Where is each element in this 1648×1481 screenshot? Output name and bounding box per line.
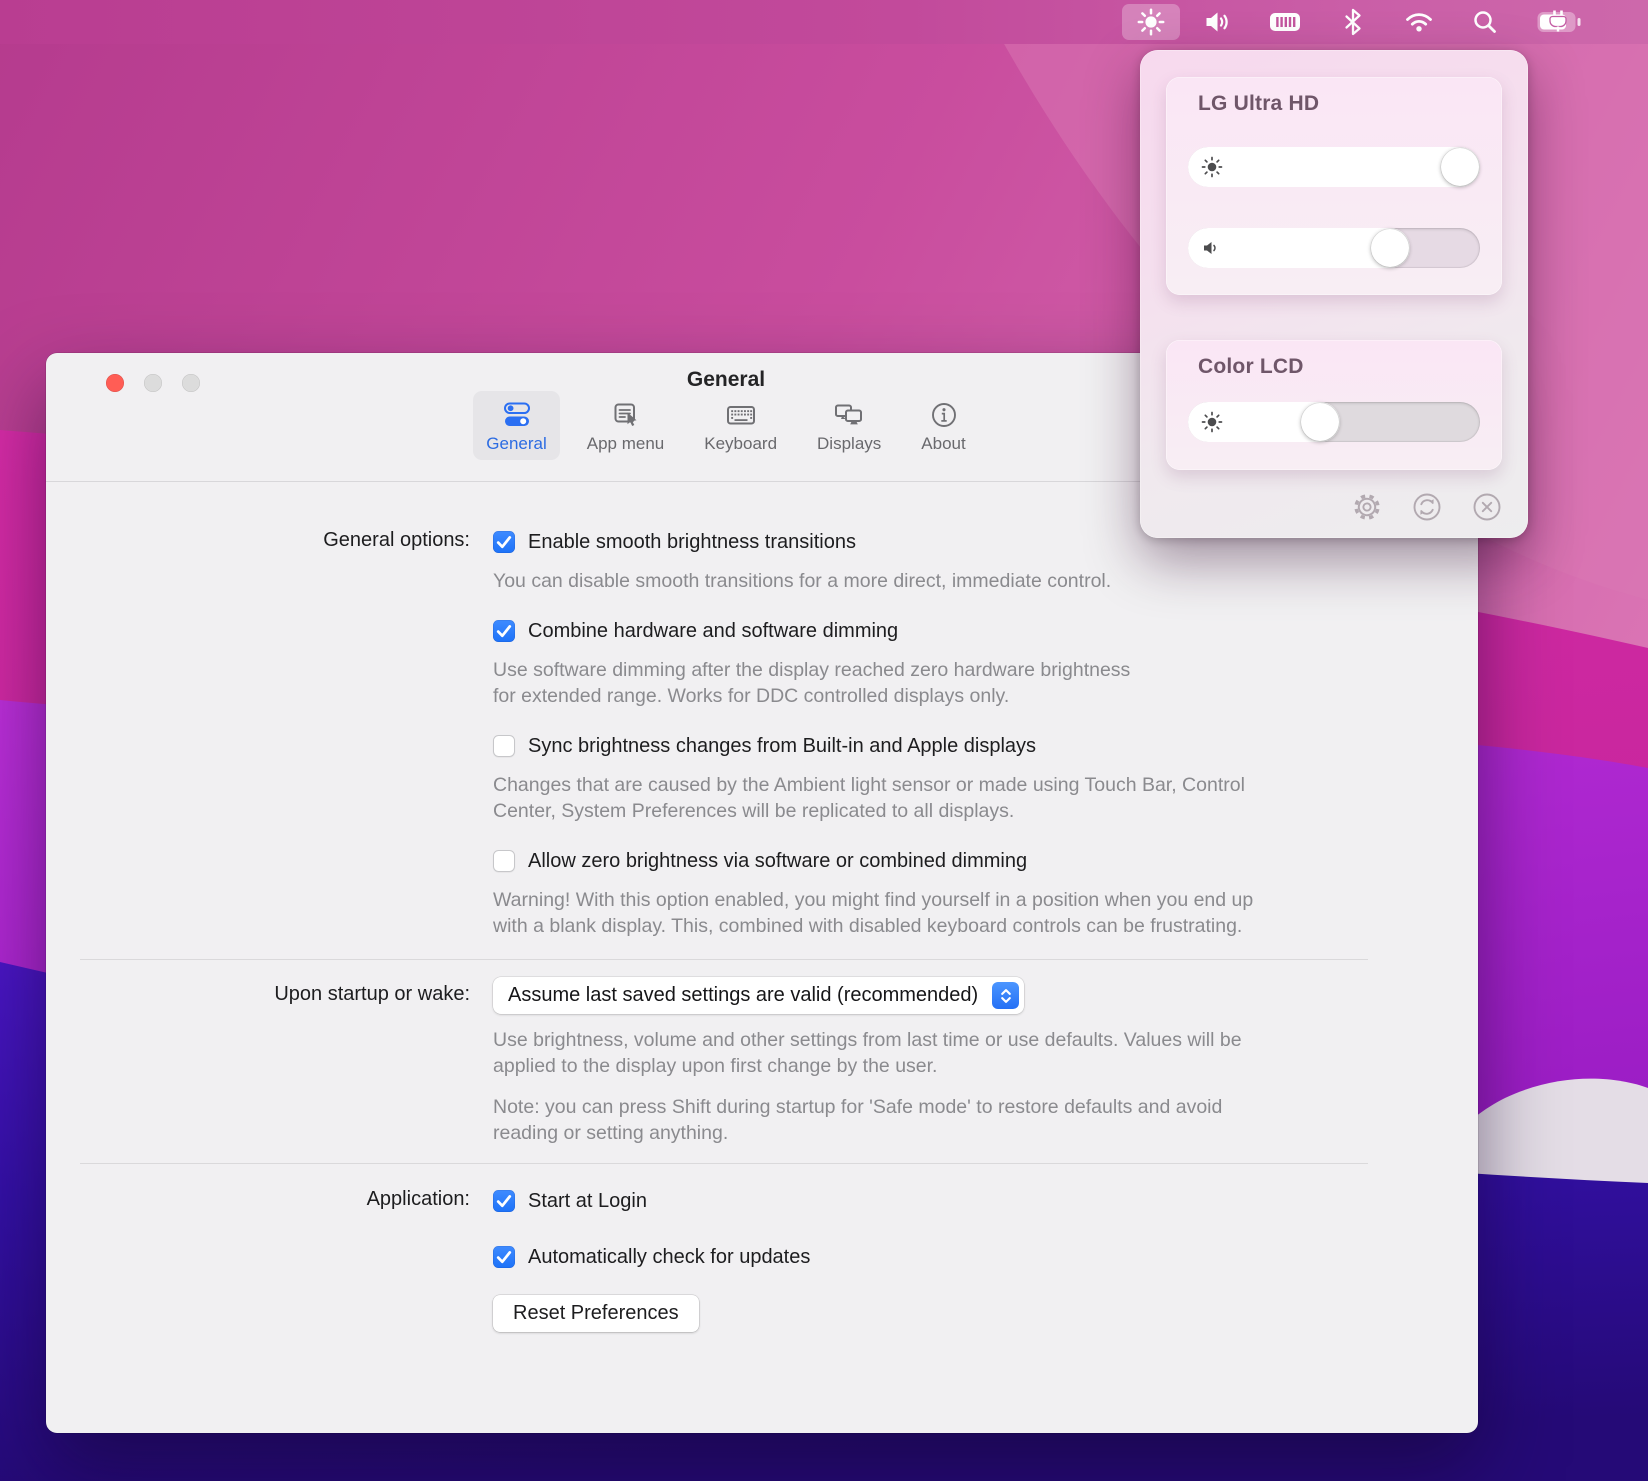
volume-icon <box>1201 238 1221 258</box>
tab-label: Keyboard <box>704 434 777 454</box>
checkbox-combine-dimming[interactable] <box>493 620 515 642</box>
battery-charging-icon[interactable] <box>1536 4 1582 40</box>
checkbox-start-at-login[interactable] <box>493 1190 515 1212</box>
slider-knob[interactable] <box>1371 229 1409 267</box>
brightness-icon <box>1201 156 1223 178</box>
general-options-label: General options: <box>46 529 470 594</box>
volume-icon[interactable] <box>1202 4 1232 40</box>
tab-label: About <box>921 434 965 454</box>
slider-knob[interactable] <box>1441 148 1479 186</box>
slider-knob[interactable] <box>1301 403 1339 441</box>
checkbox-label[interactable]: Enable smooth brightness transitions <box>528 531 856 554</box>
tab-label: General <box>486 434 546 454</box>
wifi-icon[interactable] <box>1404 4 1434 40</box>
tab-app-menu[interactable]: App menu <box>574 391 678 460</box>
zoom-window-button[interactable] <box>182 374 200 392</box>
startup-note: Note: you can press Shift during startup… <box>493 1094 1393 1146</box>
select-chevrons-icon <box>992 982 1019 1009</box>
keyboard-icon <box>725 399 757 431</box>
displays-icon <box>833 399 865 431</box>
startup-select[interactable]: Assume last saved settings are valid (re… <box>493 977 1024 1014</box>
option-auto-updates: Automatically check for updates <box>493 1244 1478 1270</box>
displays-dropdown-panel: LG Ultra HD <box>1140 50 1528 538</box>
brightness-slider[interactable] <box>1188 147 1480 187</box>
section-divider <box>80 1163 1368 1164</box>
battery-gauge-icon[interactable] <box>1268 4 1302 40</box>
checkbox-auto-updates[interactable] <box>493 1246 515 1268</box>
startup-select-value: Assume last saved settings are valid (re… <box>508 984 978 1007</box>
startup-description: Use brightness, volume and other setting… <box>493 1027 1393 1079</box>
display-name: LG Ultra HD <box>1198 92 1319 116</box>
app-menu-icon <box>611 399 641 431</box>
option-combine-dimming: Combine hardware and software dimming <box>493 618 1478 644</box>
desktop: General General <box>0 0 1648 1481</box>
application-label: Application: <box>46 1188 470 1214</box>
brightness-icon <box>1201 411 1223 433</box>
reset-preferences-button[interactable]: Reset Preferences <box>493 1295 699 1332</box>
checkbox-label[interactable]: Sync brightness changes from Built-in an… <box>528 735 1036 758</box>
menu-bar <box>0 0 1648 44</box>
checkbox-smooth-transitions[interactable] <box>493 531 515 553</box>
close-circle-icon[interactable] <box>1470 490 1504 524</box>
panel-footer <box>1350 490 1504 524</box>
toggles-icon <box>502 399 532 431</box>
bluetooth-icon[interactable] <box>1338 4 1368 40</box>
section-divider <box>80 959 1368 960</box>
display-card-lg-ultra-hd: LG Ultra HD <box>1166 77 1502 295</box>
tab-general[interactable]: General <box>473 391 559 460</box>
minimize-window-button[interactable] <box>144 374 162 392</box>
tab-keyboard[interactable]: Keyboard <box>691 391 790 460</box>
tab-about[interactable]: About <box>908 391 978 460</box>
startup-label: Upon startup or wake: <box>46 977 470 1146</box>
settings-gear-icon[interactable] <box>1350 490 1384 524</box>
option-description: Warning! With this option enabled, you m… <box>493 887 1393 939</box>
checkbox-label[interactable]: Automatically check for updates <box>528 1246 810 1269</box>
option-description: You can disable smooth transitions for a… <box>493 568 1393 594</box>
info-icon <box>929 399 959 431</box>
brightness-slider[interactable] <box>1188 402 1480 442</box>
checkbox-zero-brightness[interactable] <box>493 850 515 872</box>
tab-label: App menu <box>587 434 665 454</box>
slider-fill <box>1188 147 1480 187</box>
checkbox-label[interactable]: Allow zero brightness via software or co… <box>528 850 1027 873</box>
display-name: Color LCD <box>1198 355 1304 379</box>
option-sync-brightness: Sync brightness changes from Built-in an… <box>493 733 1478 759</box>
volume-slider[interactable] <box>1188 228 1480 268</box>
close-window-button[interactable] <box>106 374 124 392</box>
checkbox-sync-brightness[interactable] <box>493 735 515 757</box>
display-card-color-lcd: Color LCD <box>1166 340 1502 470</box>
tab-displays[interactable]: Displays <box>804 391 894 460</box>
search-icon[interactable] <box>1470 4 1500 40</box>
option-description: Use software dimming after the display r… <box>493 657 1393 709</box>
traffic-lights <box>106 374 200 392</box>
tab-label: Displays <box>817 434 881 454</box>
option-start-at-login: Start at Login <box>493 1188 1478 1214</box>
preferences-content: General options: Enable smooth brightnes… <box>46 482 1478 1332</box>
checkbox-label[interactable]: Start at Login <box>528 1190 647 1213</box>
option-description: Changes that are caused by the Ambient l… <box>493 772 1393 824</box>
checkbox-label[interactable]: Combine hardware and software dimming <box>528 620 898 643</box>
brightness-icon[interactable] <box>1122 4 1180 40</box>
refresh-icon[interactable] <box>1410 490 1444 524</box>
slider-fill <box>1188 228 1410 268</box>
option-zero-brightness: Allow zero brightness via software or co… <box>493 848 1478 874</box>
